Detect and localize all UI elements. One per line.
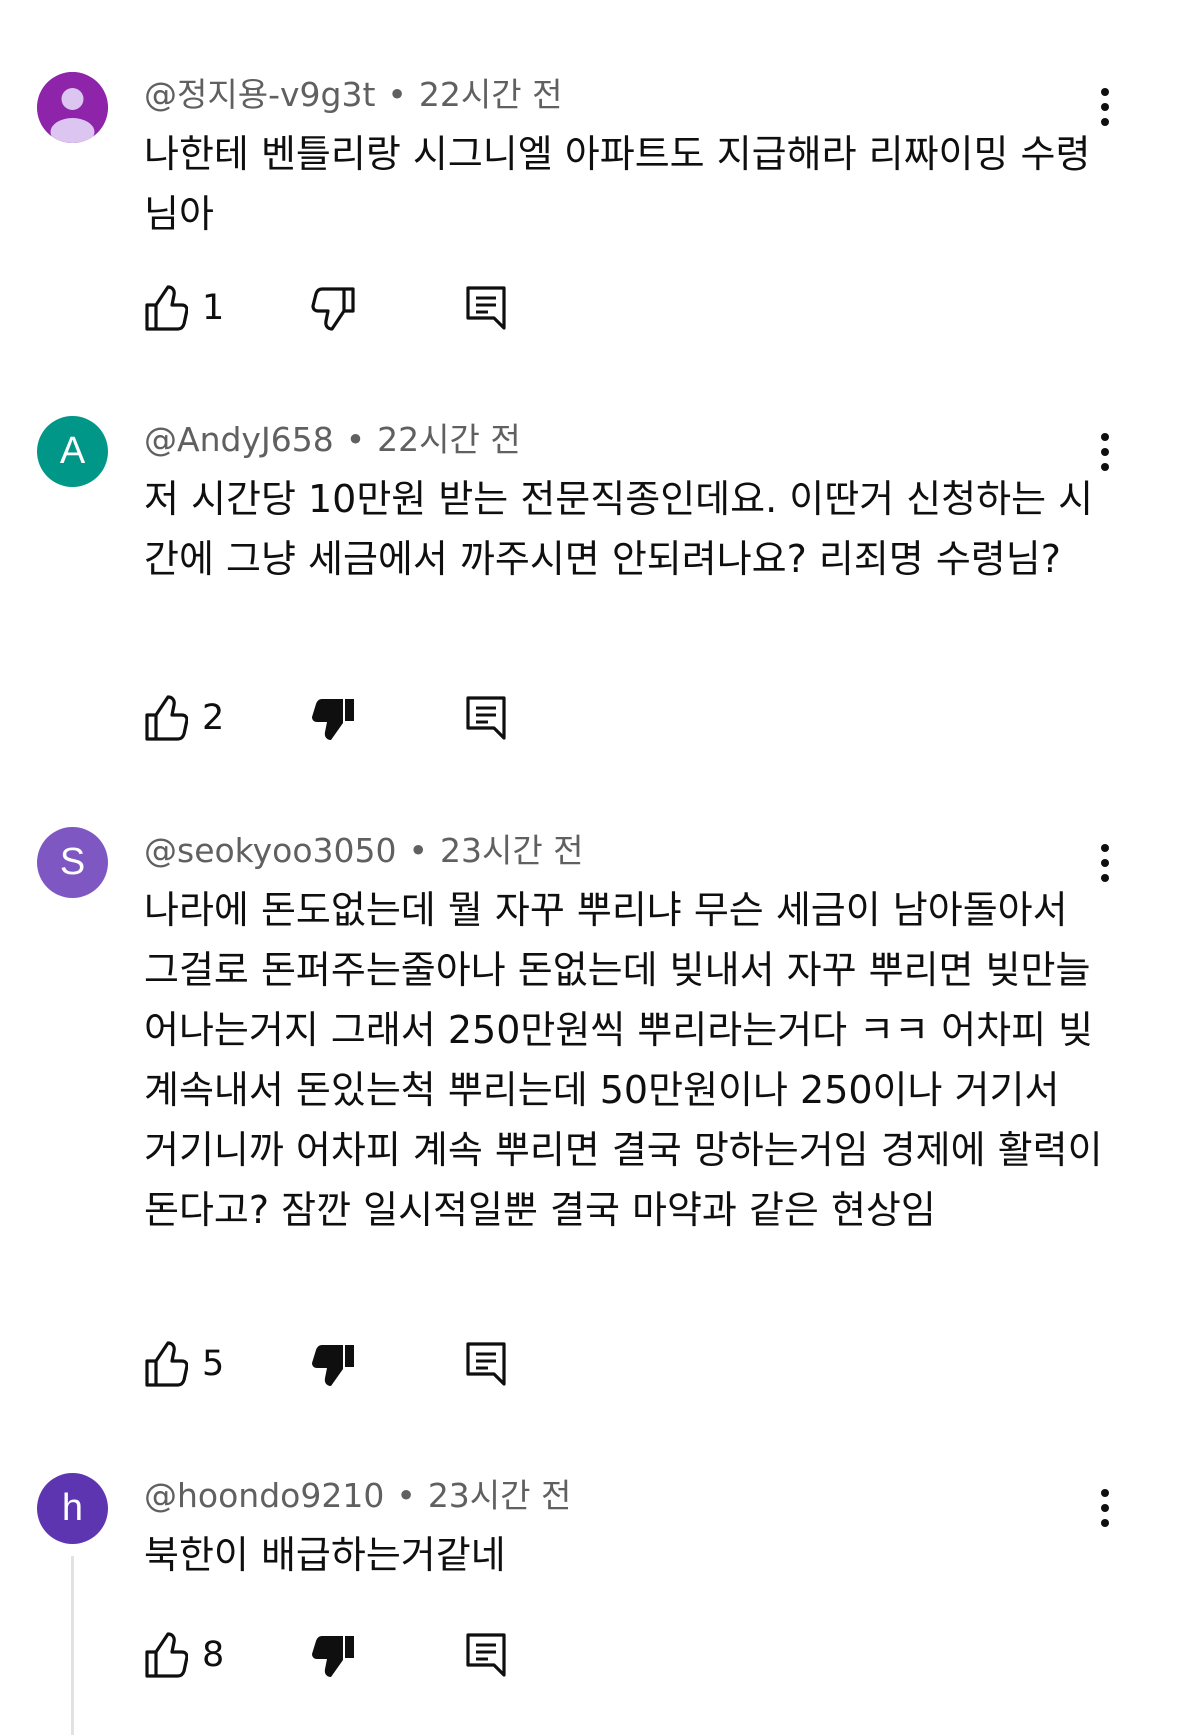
like-button[interactable] — [144, 1631, 189, 1679]
thumbs-up-icon — [145, 285, 189, 331]
reply-button[interactable] — [464, 1340, 508, 1388]
like-count: 8 — [202, 1635, 225, 1675]
comment-time: 23시간 전 — [439, 831, 584, 870]
avatar-letter: A — [59, 430, 86, 472]
author-name[interactable]: @정지용-v9g3t — [144, 75, 375, 114]
reply-icon — [466, 286, 506, 330]
comment-meta: @hoondo9210 • 23시간 전 — [144, 1474, 571, 1518]
comment-actions: 8 — [144, 1631, 544, 1681]
comment-text: 저 시간당 10만원 받는 전문직종인데요. 이딴거 신청하는 시간에 그냥 세… — [144, 477, 1094, 581]
like-button[interactable] — [144, 694, 189, 742]
author-name[interactable]: @seokyoo3050 — [144, 831, 397, 870]
comment-time: 22시간 전 — [418, 75, 563, 114]
thread-line — [71, 1556, 74, 1735]
thumbs-down-icon — [312, 1345, 354, 1386]
dislike-button[interactable] — [310, 1633, 356, 1679]
reply-icon — [466, 1633, 506, 1677]
reply-button[interactable] — [464, 1631, 508, 1679]
separator-dot: • — [345, 420, 366, 459]
like-count: 2 — [202, 698, 225, 738]
comment-text: 나라에 돈도없는데 뭘 자꾸 뿌리냐 무슨 세금이 남아돌아서 그걸로 돈퍼주는… — [144, 888, 1103, 1232]
thumbs-down-icon — [312, 1636, 354, 1677]
comment-text: 나한테 벤틀리랑 시그니엘 아파트도 지급해라 리짜이밍 수령님아 — [144, 132, 1091, 236]
thumbs-down-icon — [312, 699, 354, 740]
separator-dot: • — [387, 75, 407, 114]
avatar-letter: S — [59, 841, 86, 883]
dislike-button[interactable] — [310, 696, 356, 742]
thumbs-up-icon — [145, 1632, 189, 1678]
author-name[interactable]: @hoondo9210 — [144, 1476, 384, 1515]
thumbs-up-icon — [145, 1341, 189, 1387]
comment-actions: 2 — [144, 694, 544, 744]
separator-dot: • — [408, 831, 428, 870]
reply-icon — [466, 696, 506, 740]
like-count: 1 — [202, 288, 225, 328]
dislike-button[interactable] — [310, 1342, 356, 1388]
separator-dot: • — [396, 1476, 416, 1515]
avatar[interactable]: A — [37, 416, 108, 487]
avatar[interactable]: S — [37, 827, 108, 898]
comment-actions: 1 — [144, 284, 544, 334]
thumbs-down-icon — [311, 287, 355, 331]
dislike-button[interactable] — [310, 286, 356, 332]
comment-meta: @정지용-v9g3t • 22시간 전 — [144, 73, 562, 117]
default-avatar-icon — [37, 72, 108, 143]
avatar[interactable]: h — [37, 1473, 108, 1544]
reply-button[interactable] — [464, 284, 508, 332]
like-button[interactable] — [144, 1340, 189, 1388]
comment-time: 23시간 전 — [427, 1476, 572, 1515]
comment-time: 22시간 전 — [377, 420, 521, 459]
avatar-letter: h — [61, 1487, 84, 1529]
comment-text: 북한이 배급하는거같네 — [144, 1533, 506, 1577]
like-count: 5 — [202, 1344, 225, 1384]
reply-icon — [466, 1342, 506, 1386]
comment-meta: @seokyoo3050 • 23시간 전 — [144, 829, 584, 873]
reply-button[interactable] — [464, 694, 508, 742]
avatar[interactable] — [37, 72, 108, 143]
thumbs-up-icon — [145, 695, 189, 741]
author-name[interactable]: @AndyJ658 — [144, 420, 334, 459]
comment-meta: @AndyJ658 • 22시간 전 — [144, 418, 521, 462]
comment-actions: 5 — [144, 1340, 544, 1390]
like-button[interactable] — [144, 284, 189, 332]
